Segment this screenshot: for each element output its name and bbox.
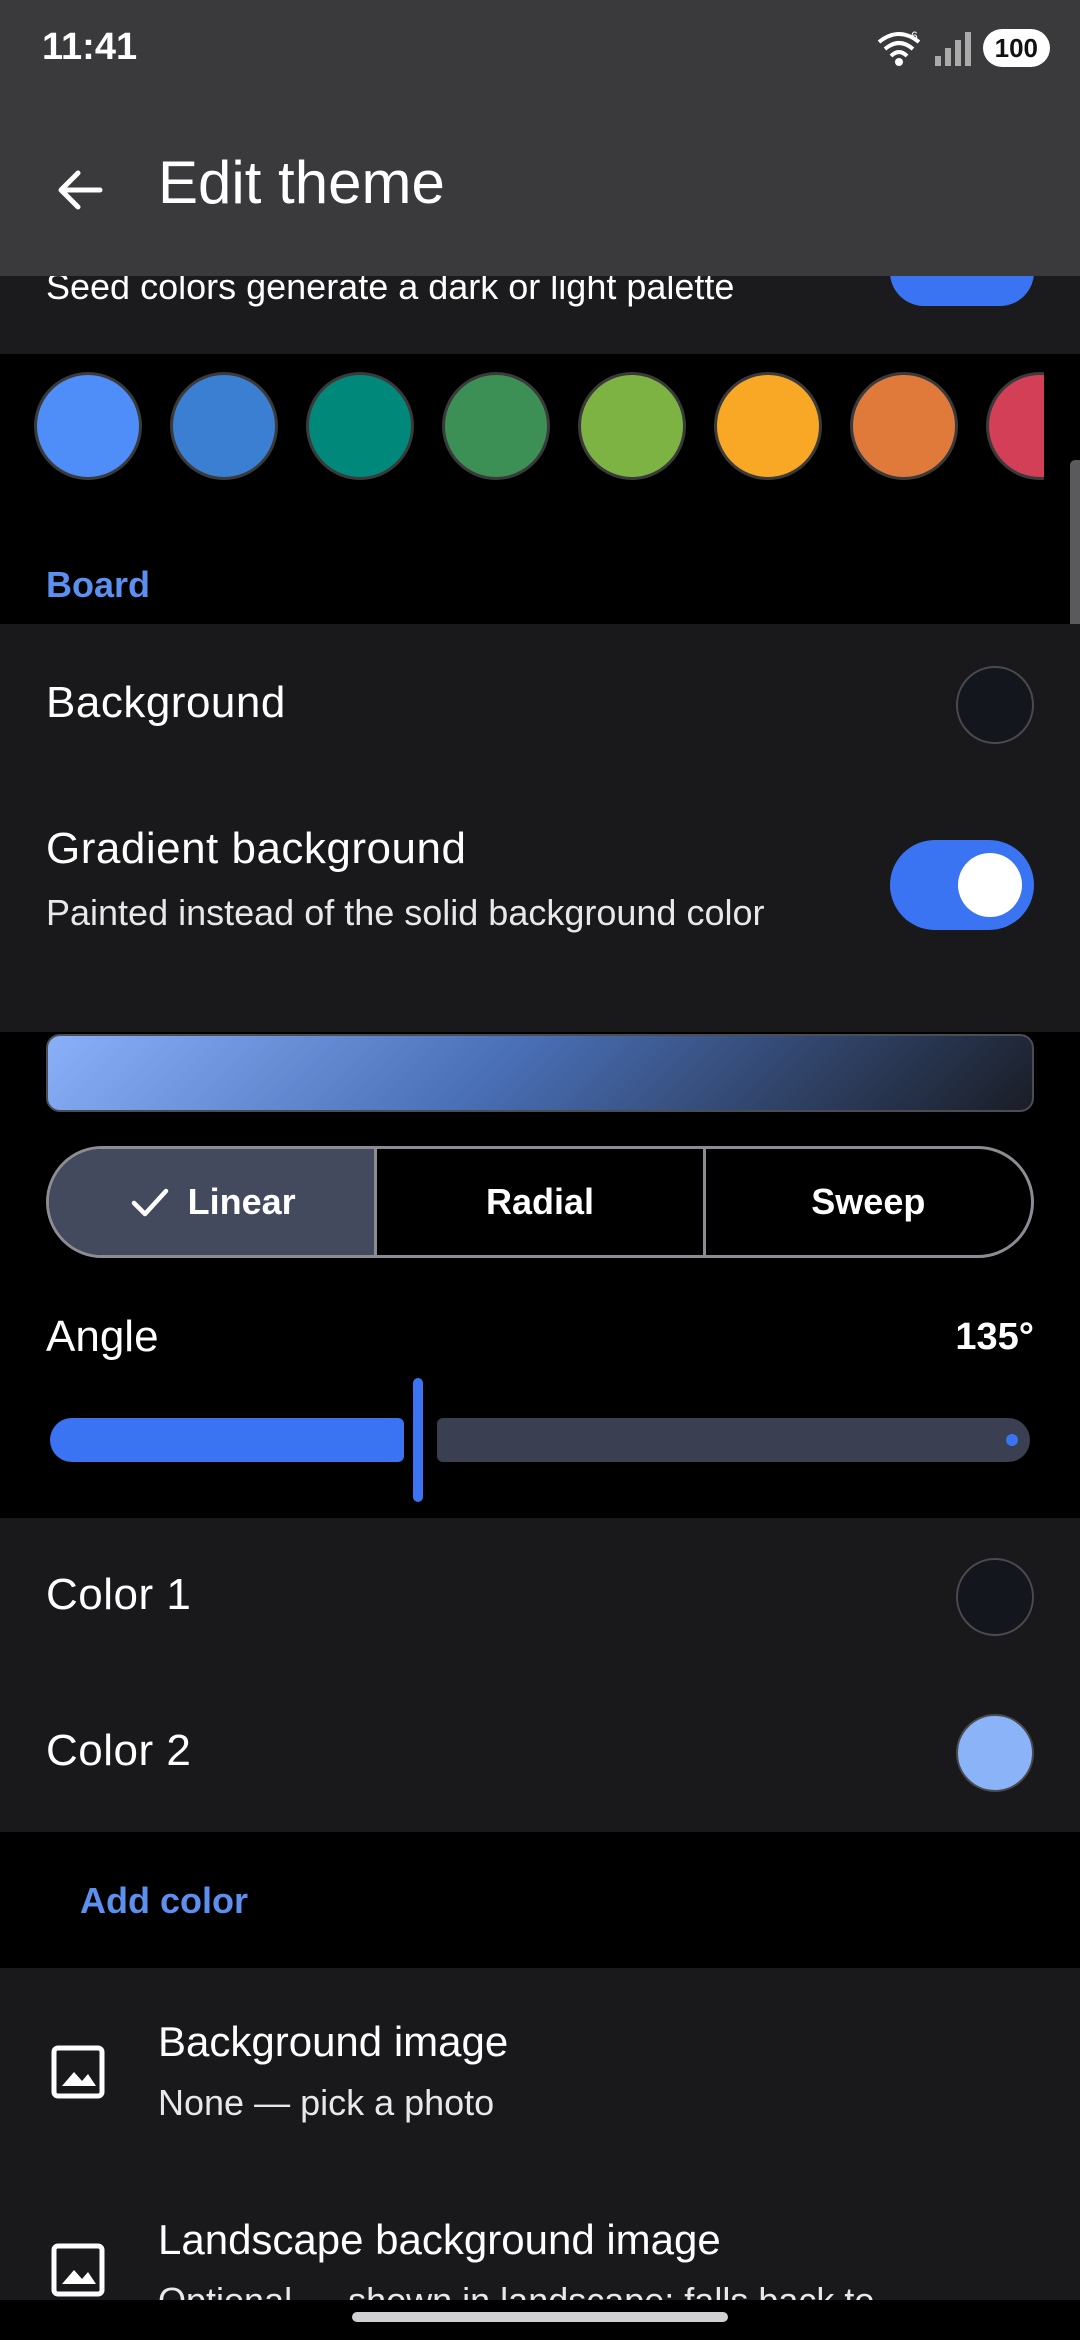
gradient-type-label: Linear [187, 1181, 296, 1222]
seed-swatch[interactable] [850, 372, 958, 480]
background-image-title: Background image [158, 2018, 509, 2065]
color-2-swatch[interactable] [956, 1714, 1034, 1792]
signal-icon [934, 32, 971, 66]
background-images-panel: Background image None — pick a photo Lan… [0, 1968, 1080, 2321]
color-1-label: Color 1 [46, 1570, 192, 1619]
home-indicator[interactable] [352, 2312, 728, 2322]
landscape-background-image-title: Landscape background image [158, 2216, 721, 2263]
status-icons: 6 100 [875, 28, 1050, 68]
color-2-label: Color 2 [46, 1726, 192, 1775]
section-header-board: Board [46, 564, 151, 605]
gradient-preview [46, 1034, 1034, 1112]
gradient-type-sweep-button[interactable]: Sweep [706, 1149, 1031, 1255]
angle-slider[interactable] [46, 1376, 1034, 1502]
seed-swatch[interactable] [306, 372, 414, 480]
seed-swatch[interactable] [170, 372, 278, 480]
image-icon [51, 2243, 105, 2297]
background-image-subtitle: None — pick a photo [158, 2082, 495, 2123]
check-icon [131, 1188, 168, 1217]
angle-label: Angle [46, 1312, 159, 1361]
toggle-knob [958, 853, 1022, 917]
add-color-button[interactable]: Add color [80, 1880, 248, 1922]
angle-value: 135° [955, 1316, 1034, 1358]
background-image-row[interactable]: Background image None — pick a photo [0, 1968, 1080, 2168]
top-app-bar: 11:41 6 100 Edit theme [0, 0, 1080, 276]
gradient-type-linear-button[interactable]: Linear [49, 1149, 378, 1255]
gradient-type-label: Radial [485, 1181, 595, 1222]
seed-swatch[interactable] [578, 372, 686, 480]
gradient-background-subtitle: Painted instead of the solid background … [46, 892, 765, 933]
page-title: Edit theme [158, 149, 445, 216]
seed-swatch[interactable] [442, 372, 550, 480]
seed-swatch[interactable] [986, 372, 1044, 480]
seed-swatch-list [34, 372, 1044, 486]
color-1-swatch[interactable] [956, 1558, 1034, 1636]
svg-text:6: 6 [911, 29, 918, 43]
board-settings-panel: Background Gradient background Painted i… [0, 624, 1080, 1032]
seed-swatch[interactable] [34, 372, 142, 480]
arrow-left-icon [58, 170, 103, 210]
gradient-type-selector: Linear Radial Sweep [46, 1146, 1034, 1258]
slider-thumb[interactable] [413, 1378, 423, 1502]
slider-stop-indicator [1006, 1434, 1018, 1446]
background-label: Background [46, 678, 286, 727]
gradient-type-label: Sweep [811, 1181, 926, 1222]
status-time: 11:41 [42, 26, 138, 68]
seed-swatch[interactable] [714, 372, 822, 480]
background-color-swatch[interactable] [956, 666, 1034, 744]
landscape-background-image-row[interactable]: Landscape background image Optional — sh… [0, 2168, 1080, 2321]
slider-active-track [50, 1418, 404, 1462]
gradient-colors-panel: Color 1 Color 2 [0, 1518, 1080, 1832]
gradient-background-title: Gradient background [46, 824, 467, 873]
image-icon [51, 2045, 105, 2099]
wifi-icon: 6 [877, 29, 920, 66]
back-button[interactable] [40, 150, 120, 230]
gradient-background-toggle[interactable] [890, 840, 1034, 930]
battery-indicator: 100 [982, 29, 1050, 67]
slider-inactive-track [437, 1418, 1030, 1462]
gradient-type-radial-button[interactable]: Radial [377, 1149, 706, 1255]
